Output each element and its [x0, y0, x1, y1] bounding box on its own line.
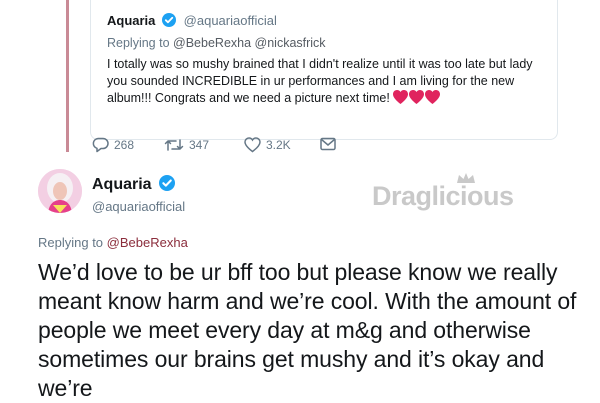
main-author-name-row: Aquaria	[92, 175, 176, 196]
retweet-count: 347	[189, 138, 210, 152]
reply-icon	[92, 137, 109, 153]
main-replying-to: Replying to @BebeRexha	[38, 235, 188, 250]
replying-prefix: Replying to	[38, 235, 104, 250]
main-author-name[interactable]: Aquaria	[92, 176, 152, 193]
quoted-tweet-text-block: I totally was so mushy brained that I di…	[107, 56, 547, 110]
replying-mention-link[interactable]: @BebeRexha	[107, 235, 188, 250]
message-action[interactable]	[320, 137, 336, 151]
replying-mentions-link[interactable]: @BebeRexha @nickasfrick	[173, 36, 326, 50]
watermark-prefix: Drag	[372, 181, 432, 211]
quoted-tweet-card[interactable]: Aquaria @aquariaofficial Replying to @Be…	[90, 0, 558, 140]
verified-badge-icon	[159, 175, 176, 196]
like-count: 3.2K	[266, 138, 291, 152]
reply-count: 268	[114, 138, 135, 152]
retweet-action[interactable]: 347	[164, 137, 209, 153]
envelope-icon	[320, 137, 336, 151]
like-action[interactable]: 3.2K	[244, 137, 291, 153]
thread-connector-line	[66, 0, 69, 152]
retweet-icon	[164, 137, 184, 153]
watermark-suffix: licious	[431, 181, 515, 211]
quoted-tweet-text: I totally was so mushy brained that I di…	[107, 57, 533, 105]
quoted-tweet-header: Aquaria @aquariaofficial	[107, 13, 277, 30]
red-hearts-icon	[392, 90, 441, 110]
heart-outline-icon	[244, 137, 261, 153]
crown-icon	[457, 173, 475, 183]
verified-badge-icon	[162, 13, 177, 30]
main-author-handle[interactable]: @aquariaofficial	[92, 199, 185, 214]
main-tweet-text: We’d love to be ur bff too but please kn…	[38, 259, 577, 401]
replying-prefix: Replying to	[107, 36, 170, 50]
quoted-author-handle[interactable]: @aquariaofficial	[184, 13, 277, 28]
avatar[interactable]	[38, 169, 82, 213]
draglicious-watermark: Draglicious	[372, 173, 515, 212]
reply-action[interactable]: 268	[92, 137, 134, 153]
quoted-replying-to: Replying to @BebeRexha @nickasfrick	[107, 36, 326, 50]
quoted-author-name[interactable]: Aquaria	[107, 13, 155, 28]
